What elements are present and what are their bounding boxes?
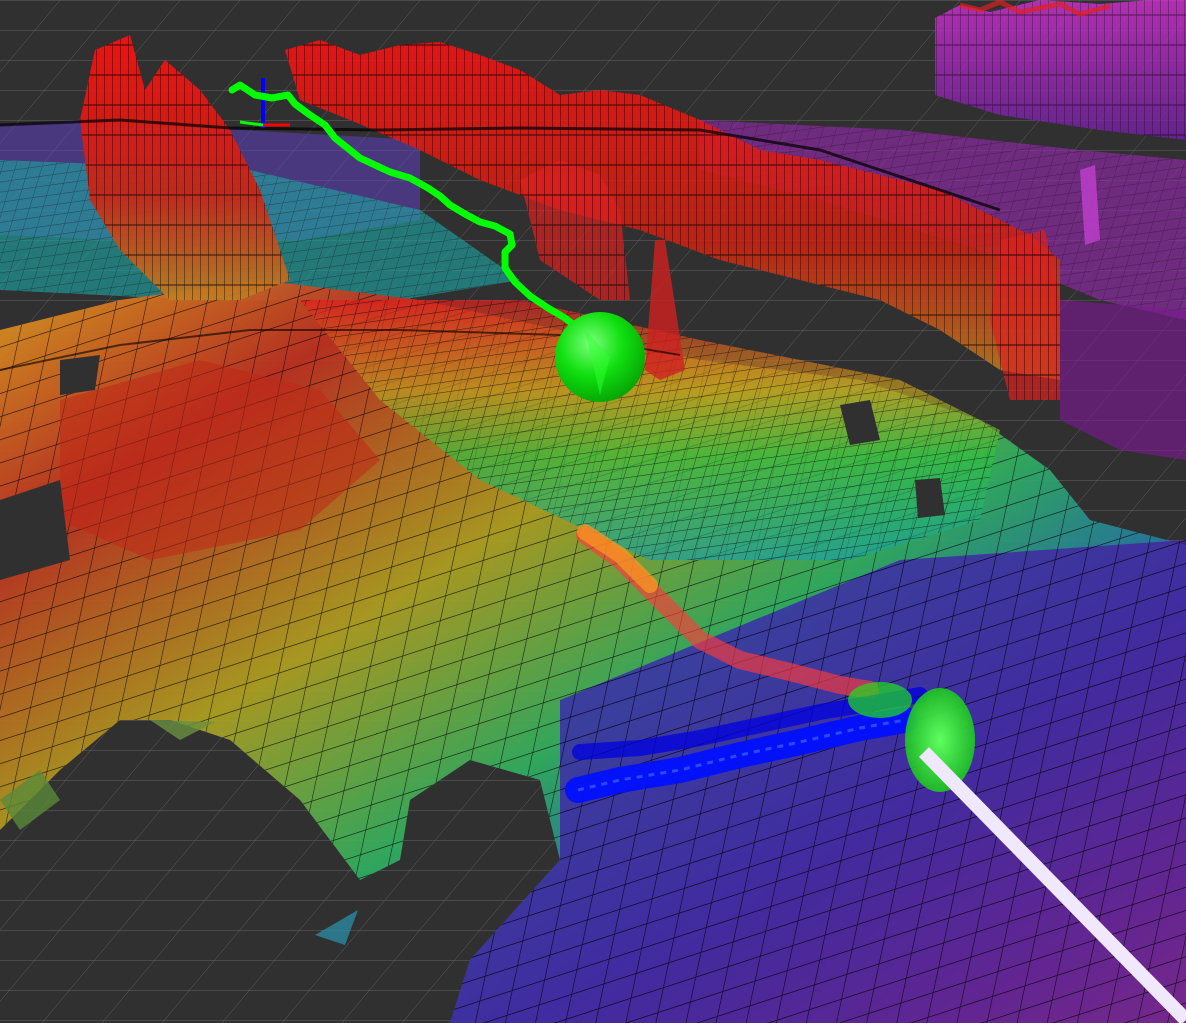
3d-scene[interactable] xyxy=(0,0,1186,1023)
goal-marker[interactable] xyxy=(555,312,645,402)
3d-viewport[interactable] xyxy=(0,0,1186,1023)
